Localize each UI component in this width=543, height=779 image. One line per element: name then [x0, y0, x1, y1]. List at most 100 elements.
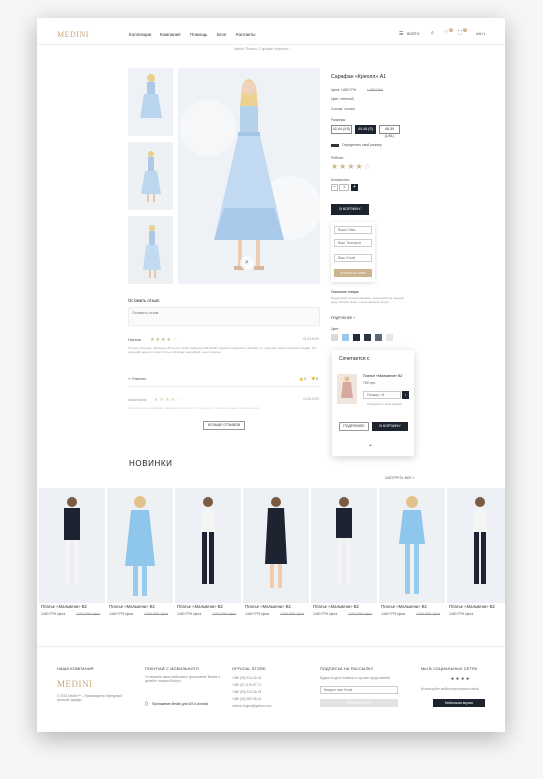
color-swatch-6[interactable]: [386, 334, 393, 341]
mobile-version-button[interactable]: Мобильная версия: [433, 699, 485, 707]
footer-email[interactable]: medini.original@yahoo.com: [232, 704, 271, 708]
product-card-image-6[interactable]: [379, 488, 445, 603]
combo-details-button[interactable]: ПОДРОБНЕЕ: [339, 422, 369, 431]
product-color-info: Цвет: светлый: [331, 97, 354, 101]
phone-field[interactable]: Ваш Телефон: [334, 239, 372, 247]
review-textarea[interactable]: Оставить отзыв: [128, 307, 320, 326]
product-card-title[interactable]: Платье «Мальвени» В2: [245, 604, 291, 609]
main-product-image[interactable]: ⌕: [178, 68, 320, 284]
email-field[interactable]: Ваш Email: [334, 254, 372, 262]
thumbnail-2[interactable]: [128, 142, 173, 210]
logo[interactable]: MEDINI: [57, 30, 89, 39]
currency-select[interactable]: UAH ▾: [476, 32, 485, 37]
cart-icon[interactable]: ⛶: [458, 30, 462, 36]
chevron-down-icon[interactable]: ⌄: [368, 441, 373, 448]
thumbnail-1[interactable]: [128, 68, 173, 136]
color-swatch-5[interactable]: [375, 334, 382, 341]
heart-icon[interactable]: ♡: [444, 30, 448, 36]
thumbnail-3[interactable]: [128, 216, 173, 284]
reply-link[interactable]: ↩ Ответить: [128, 377, 146, 381]
pinterest-icon[interactable]: ●: [466, 676, 471, 682]
size-option-xs[interactable]: 42-44 (XS): [331, 125, 352, 134]
product-card-title[interactable]: Платье «Мальвени» В2: [449, 604, 495, 609]
product-card-image-5[interactable]: [311, 488, 377, 603]
qty-decrease[interactable]: −: [331, 184, 338, 191]
rating-stars[interactable]: ★★★★☆: [331, 162, 372, 171]
product-card-price-old: 1780 ГРН Цена: [144, 612, 169, 616]
product-card-price: 1440 ГРН Цена 1780 ГРН Цена: [381, 612, 440, 616]
social-icons: ●●●●: [451, 676, 471, 682]
subscribe-email-input[interactable]: Введите ваш Email: [320, 686, 398, 694]
size-guide-link[interactable]: Определить свой размер: [342, 143, 382, 147]
search-icon[interactable]: ⌕: [431, 30, 434, 36]
footer-phone-2[interactable]: +380 (67) 476-57-71: [232, 683, 261, 687]
combo-size-guide[interactable]: Определить свой размер: [367, 402, 402, 407]
footer-phone-4[interactable]: +380 (50) 350-98-15: [232, 697, 261, 701]
product-card-title[interactable]: Платье «Мальвени» В2: [381, 604, 427, 609]
color-swatch-4[interactable]: [364, 334, 371, 341]
footer-subscribe-title: ПОДПИСКА НА РАССЫЛКУ: [320, 667, 374, 671]
footer-phone-3[interactable]: +380 (63) 142-26-33: [232, 690, 261, 694]
combo-add-button[interactable]: В КОРЗИНУ: [372, 422, 408, 431]
combo-item-title[interactable]: Платье «Мальвени» В2: [363, 374, 402, 378]
review-stars: ★★★★☆: [150, 337, 178, 343]
product-card-price-current: 1440 ГРН Цена: [381, 612, 406, 616]
name-field[interactable]: Ваше Имя: [334, 226, 372, 234]
product-card-image-4[interactable]: [243, 488, 309, 603]
product-card-price-old: 1780 ГРН Цена: [76, 612, 101, 616]
zoom-icon[interactable]: ⌕: [240, 256, 254, 270]
review-author: Наталя: [128, 338, 141, 342]
subscribe-button[interactable]: ПОДПИСАТЬСЯ: [320, 699, 398, 707]
product-card-price: 1440 ГРН Цена 1780 ГРН Цена: [177, 612, 236, 616]
review-text-2: Замечательный сарафан! Заказала 44 на ро…: [128, 406, 260, 410]
footer-logo[interactable]: MEDINI: [57, 679, 93, 689]
like-button[interactable]: 👍 2: [299, 377, 306, 381]
dislike-button[interactable]: 👎 0: [311, 377, 318, 381]
qty-increase[interactable]: +: [351, 184, 358, 191]
product-card-image-1[interactable]: [39, 488, 105, 603]
description-title: Описание товара:: [331, 290, 360, 294]
login-link[interactable]: ВОЙТИ: [407, 32, 419, 36]
nav-help[interactable]: Помощь: [190, 32, 207, 37]
product-card-title[interactable]: Платье «Мальвени» В2: [109, 604, 155, 609]
combo-title: Сочетается с: [339, 356, 370, 362]
see-all-link[interactable]: СМОТРЕТЬ ВСЕ »: [385, 476, 414, 480]
combo-size-select[interactable]: Размер: М: [363, 391, 401, 399]
product-card-price-current: 1440 ГРН Цена: [313, 612, 338, 616]
combo-item-price: 790 грн.: [363, 381, 376, 385]
nav-blog[interactable]: Блог: [217, 32, 227, 37]
product-card-image-7[interactable]: [447, 488, 505, 603]
phone-icon: ▯: [145, 701, 148, 707]
color-swatch-1[interactable]: [331, 334, 338, 341]
product-card-price: 1440 ГРН Цена 1780 ГРН Цена: [313, 612, 372, 616]
color-swatch-3[interactable]: [353, 334, 360, 341]
footer-app-link[interactable]: Приложение Medini для iOS и Android: [152, 702, 208, 706]
review-stars-2: ★★★★☆: [154, 397, 182, 403]
more-link[interactable]: ПОДРОБНЕЕ +: [331, 316, 355, 320]
product-card-price: 1440 ГРН Цена 1780 ГРН Цена: [109, 612, 168, 616]
more-reviews-button[interactable]: БОЛЬШЕ ОТЗЫВОВ: [203, 421, 245, 430]
nav-contacts[interactable]: Контакты: [236, 32, 255, 37]
color-swatch-2[interactable]: [342, 334, 349, 341]
nav-company[interactable]: Компания: [160, 32, 181, 37]
combo-next-arrow[interactable]: ›: [402, 391, 409, 399]
footer-phone-1[interactable]: +380 (99) 374-42-04: [232, 676, 261, 680]
size-option-l[interactable]: 48-50 (L/XL): [379, 125, 400, 138]
menu-icon[interactable]: ☰: [399, 31, 403, 37]
wishlist-count: 0: [449, 28, 453, 32]
size-option-s[interactable]: 44-46 (S): [355, 125, 376, 134]
dislike-count: 0: [316, 377, 319, 381]
qty-input[interactable]: 1: [339, 184, 349, 191]
reply-label: Ответить: [131, 377, 147, 381]
empty-star-icon[interactable]: ☆: [364, 162, 372, 171]
product-card-image-3[interactable]: [175, 488, 241, 603]
product-card-title[interactable]: Платье «Мальвени» В2: [41, 604, 87, 609]
quick-order-button[interactable]: КУПИТЬ В 1 КЛИК: [334, 269, 372, 277]
product-card-title[interactable]: Платье «Мальвени» В2: [313, 604, 359, 609]
ruler-icon: [331, 144, 339, 147]
nav-collections[interactable]: Коллекции: [129, 32, 151, 37]
combo-product-image[interactable]: [337, 374, 357, 404]
product-card-image-2[interactable]: [107, 488, 173, 603]
product-card-title[interactable]: Платье «Мальвени» В2: [177, 604, 223, 609]
add-to-cart-button[interactable]: В КОРЗИНУ: [331, 204, 369, 215]
